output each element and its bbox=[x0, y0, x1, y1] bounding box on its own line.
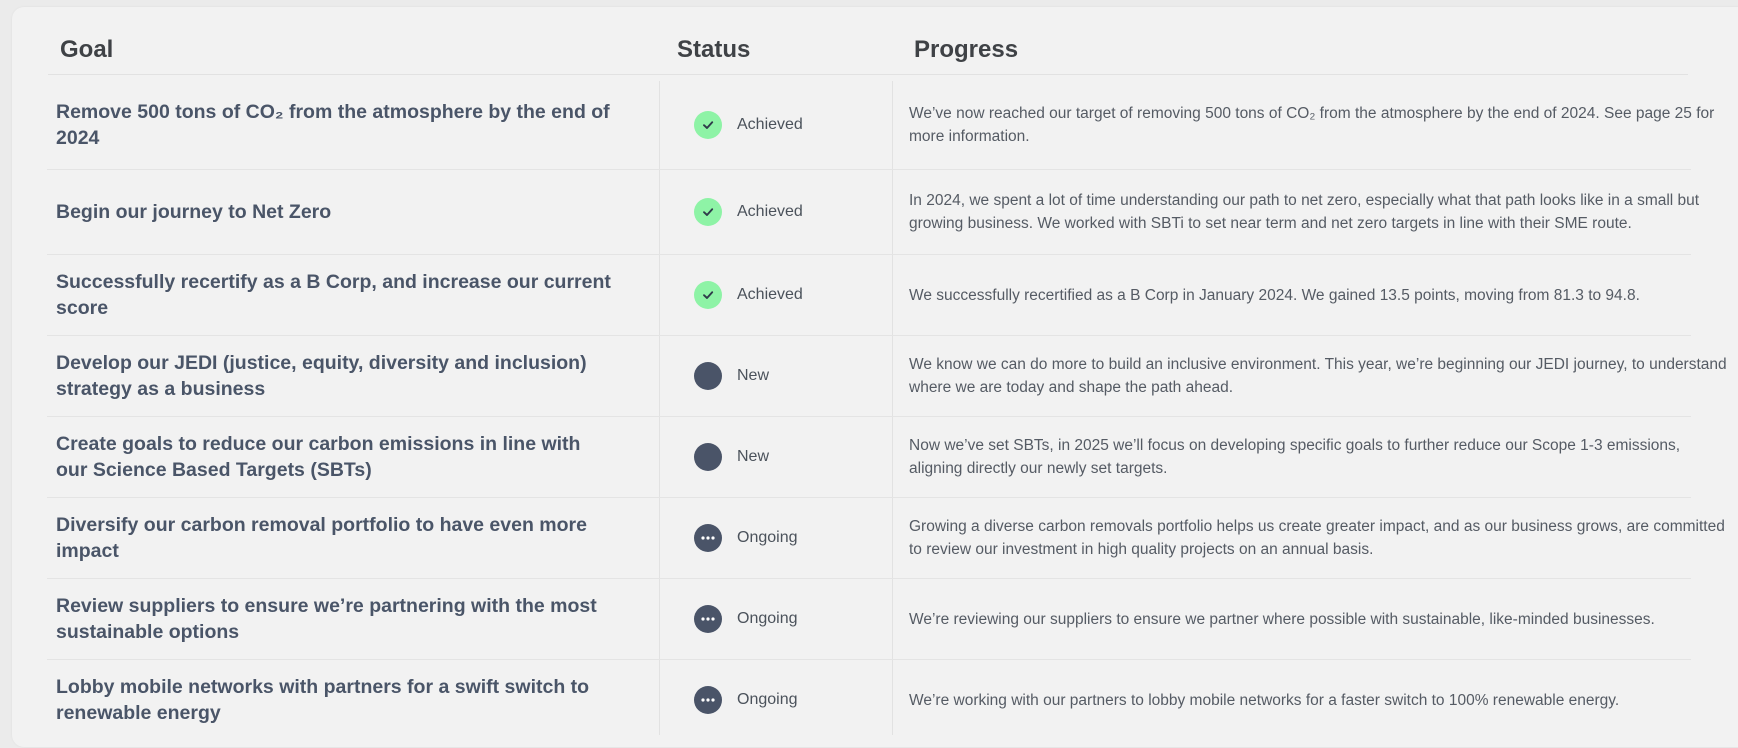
status-label: Ongoing bbox=[737, 610, 798, 627]
goal-cell: Begin our journey to Net Zero bbox=[56, 170, 616, 254]
table-row: Review suppliers to ensure we’re partner… bbox=[47, 579, 1691, 660]
goal-cell: Remove 500 tons of CO₂ from the atmosphe… bbox=[56, 81, 616, 169]
progress-text: We’re reviewing our suppliers to ensure … bbox=[909, 610, 1655, 628]
progress-cell: In 2024, we spent a lot of time understa… bbox=[909, 170, 1734, 254]
goal-cell: Diversify our carbon removal portfolio t… bbox=[56, 498, 616, 578]
goal-text: Begin our journey to Net Zero bbox=[56, 201, 332, 223]
status-cell: Ongoing bbox=[694, 579, 894, 659]
status-label: New bbox=[737, 367, 770, 384]
progress-text: We know we can do more to build an inclu… bbox=[909, 356, 1727, 396]
status-cell: Achieved bbox=[694, 81, 894, 169]
ellipsis-icon bbox=[694, 524, 722, 552]
table-row: Create goals to reduce our carbon emissi… bbox=[47, 417, 1691, 498]
status-label: New bbox=[737, 448, 770, 465]
ellipsis-icon bbox=[694, 605, 722, 633]
goal-cell: Successfully recertify as a B Corp, and … bbox=[56, 255, 616, 335]
goal-text: Review suppliers to ensure we’re partner… bbox=[56, 595, 597, 643]
status-label: Achieved bbox=[737, 203, 803, 220]
goal-text: Diversify our carbon removal portfolio t… bbox=[56, 514, 587, 562]
status-cell: Ongoing bbox=[694, 498, 894, 578]
goal-text: Create goals to reduce our carbon emissi… bbox=[56, 433, 581, 481]
status-label: Ongoing bbox=[737, 529, 798, 546]
progress-text: We’re working with our partners to lobby… bbox=[909, 691, 1620, 709]
goal-text: Lobby mobile networks with partners for … bbox=[56, 676, 590, 724]
progress-column-header: Progress bbox=[914, 36, 1019, 63]
status-cell: Ongoing bbox=[694, 660, 894, 740]
status-label: Achieved bbox=[737, 116, 803, 133]
progress-text: We successfully recertified as a B Corp … bbox=[909, 286, 1640, 304]
progress-cell: We successfully recertified as a B Corp … bbox=[909, 255, 1734, 335]
status-label: Ongoing bbox=[737, 691, 798, 708]
progress-cell: We’ve now reached our target of removing… bbox=[909, 81, 1734, 169]
goal-cell: Develop our JEDI (justice, equity, diver… bbox=[56, 336, 616, 416]
table-header: Goal Status Progress bbox=[48, 28, 1688, 75]
goal-text: Successfully recertify as a B Corp, and … bbox=[56, 271, 611, 319]
check-icon bbox=[694, 111, 722, 139]
goal-column-header: Goal bbox=[60, 36, 114, 63]
progress-text: In 2024, we spent a lot of time understa… bbox=[909, 192, 1700, 232]
progress-cell: We’re working with our partners to lobby… bbox=[909, 660, 1734, 740]
status-cell: Achieved bbox=[694, 255, 894, 335]
status-cell: New bbox=[694, 336, 894, 416]
progress-cell: Growing a diverse carbon removals portfo… bbox=[909, 498, 1734, 578]
goal-cell: Lobby mobile networks with partners for … bbox=[56, 660, 616, 740]
progress-cell: We know we can do more to build an inclu… bbox=[909, 336, 1734, 416]
ellipsis-icon bbox=[694, 686, 722, 714]
goal-text: Develop our JEDI (justice, equity, diver… bbox=[56, 352, 587, 400]
table-row: Diversify our carbon removal portfolio t… bbox=[47, 498, 1725, 579]
status-column-header: Status bbox=[677, 36, 751, 63]
filled-circle-icon bbox=[694, 443, 722, 471]
progress-text: We’ve now reached our target of removing… bbox=[909, 105, 1715, 145]
check-icon bbox=[694, 198, 722, 226]
table-row: Begin our journey to Net Zero Achieved In … bbox=[47, 170, 1699, 255]
filled-circle-icon bbox=[694, 362, 722, 390]
progress-cell: We’re reviewing our suppliers to ensure … bbox=[909, 579, 1734, 659]
status-cell: New bbox=[694, 417, 894, 497]
goal-cell: Review suppliers to ensure we’re partner… bbox=[56, 579, 616, 659]
progress-text: Now we’ve set SBTs, in 2025 we’ll focus … bbox=[909, 437, 1681, 477]
goal-text: Remove 500 tons of CO₂ from the atmosphe… bbox=[56, 101, 610, 149]
status-label: Achieved bbox=[737, 286, 803, 303]
table-row: Remove 500 tons of CO₂ from the atmosphe… bbox=[47, 81, 1714, 170]
progress-text: Growing a diverse carbon removals portfo… bbox=[909, 518, 1725, 558]
table-row: Develop our JEDI (justice, equity, diver… bbox=[47, 336, 1727, 417]
table-row: Successfully recertify as a B Corp, and … bbox=[47, 255, 1691, 336]
goal-cell: Create goals to reduce our carbon emissi… bbox=[56, 417, 616, 497]
status-cell: Achieved bbox=[694, 170, 894, 254]
progress-cell: Now we’ve set SBTs, in 2025 we’ll focus … bbox=[909, 417, 1734, 497]
table-row: Lobby mobile networks with partners for … bbox=[47, 660, 1691, 740]
check-icon bbox=[694, 281, 722, 309]
table-body: Remove 500 tons of CO₂ from the atmosphe… bbox=[47, 81, 1727, 740]
